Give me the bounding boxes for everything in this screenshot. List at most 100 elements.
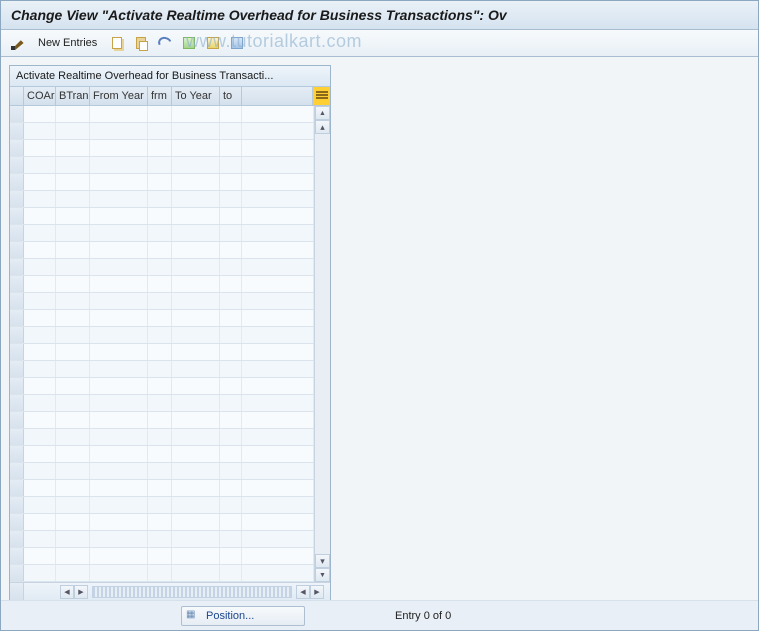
cell-btran[interactable] (56, 191, 90, 207)
table-row[interactable] (10, 446, 314, 463)
cell-fyear[interactable] (90, 140, 148, 156)
cell-frm[interactable] (148, 514, 172, 530)
cell-tyear[interactable] (172, 242, 220, 258)
cell-btran[interactable] (56, 157, 90, 173)
table-row[interactable] (10, 565, 314, 582)
cell-coar[interactable] (24, 157, 56, 173)
row-selector[interactable] (10, 174, 24, 190)
cell-frm[interactable] (148, 106, 172, 122)
cell-coar[interactable] (24, 463, 56, 479)
new-entries-button[interactable]: New Entries (31, 33, 104, 53)
undo-button[interactable] (154, 33, 176, 53)
cell-tyear[interactable] (172, 395, 220, 411)
cell-coar[interactable] (24, 395, 56, 411)
cell-frm[interactable] (148, 378, 172, 394)
cell-tyear[interactable] (172, 361, 220, 377)
copy-button[interactable] (106, 33, 128, 53)
table-row[interactable] (10, 174, 314, 191)
cell-to[interactable] (220, 242, 242, 258)
cell-to[interactable] (220, 174, 242, 190)
cell-fyear[interactable] (90, 531, 148, 547)
cell-btran[interactable] (56, 480, 90, 496)
cell-fyear[interactable] (90, 548, 148, 564)
cell-frm[interactable] (148, 565, 172, 581)
cell-tyear[interactable] (172, 327, 220, 343)
pencil-icon-button[interactable] (7, 33, 29, 53)
scroll-up-button[interactable]: ▲ (315, 106, 330, 120)
row-selector[interactable] (10, 514, 24, 530)
column-header-to[interactable]: to (220, 87, 242, 105)
cell-coar[interactable] (24, 208, 56, 224)
cell-to[interactable] (220, 446, 242, 462)
cell-fyear[interactable] (90, 395, 148, 411)
cell-to[interactable] (220, 395, 242, 411)
row-selector[interactable] (10, 395, 24, 411)
table-row[interactable] (10, 242, 314, 259)
cell-frm[interactable] (148, 412, 172, 428)
cell-fyear[interactable] (90, 344, 148, 360)
copy-as-button[interactable] (130, 33, 152, 53)
row-selector[interactable] (10, 157, 24, 173)
cell-to[interactable] (220, 378, 242, 394)
cell-coar[interactable] (24, 276, 56, 292)
cell-to[interactable] (220, 480, 242, 496)
cell-frm[interactable] (148, 429, 172, 445)
cell-btran[interactable] (56, 378, 90, 394)
row-selector[interactable] (10, 123, 24, 139)
scroll-track[interactable] (315, 134, 330, 554)
cell-btran[interactable] (56, 259, 90, 275)
column-header-frm[interactable]: frm (148, 87, 172, 105)
row-selector[interactable] (10, 225, 24, 241)
table-row[interactable] (10, 259, 314, 276)
cell-to[interactable] (220, 259, 242, 275)
scroll-right-end-button[interactable]: ▶ (310, 585, 324, 599)
cell-frm[interactable] (148, 446, 172, 462)
scroll-right-button[interactable]: ▶ (74, 585, 88, 599)
cell-frm[interactable] (148, 259, 172, 275)
cell-frm[interactable] (148, 123, 172, 139)
cell-fyear[interactable] (90, 106, 148, 122)
cell-to[interactable] (220, 531, 242, 547)
table-row[interactable] (10, 208, 314, 225)
table-row[interactable] (10, 276, 314, 293)
cell-fyear[interactable] (90, 293, 148, 309)
cell-coar[interactable] (24, 548, 56, 564)
table-row[interactable] (10, 514, 314, 531)
cell-fyear[interactable] (90, 157, 148, 173)
cell-to[interactable] (220, 208, 242, 224)
scroll-left-end-button[interactable]: ◀ (296, 585, 310, 599)
cell-to[interactable] (220, 293, 242, 309)
scroll-down-step-button[interactable]: ▾ (315, 554, 330, 568)
cell-coar[interactable] (24, 531, 56, 547)
scroll-down-button[interactable]: ▼ (315, 568, 330, 582)
cell-btran[interactable] (56, 310, 90, 326)
cell-tyear[interactable] (172, 276, 220, 292)
cell-frm[interactable] (148, 191, 172, 207)
cell-coar[interactable] (24, 140, 56, 156)
cell-to[interactable] (220, 327, 242, 343)
table-row[interactable] (10, 395, 314, 412)
row-selector[interactable] (10, 361, 24, 377)
row-selector[interactable] (10, 480, 24, 496)
cell-tyear[interactable] (172, 565, 220, 581)
cell-tyear[interactable] (172, 174, 220, 190)
table-row[interactable] (10, 497, 314, 514)
cell-btran[interactable] (56, 242, 90, 258)
cell-coar[interactable] (24, 361, 56, 377)
cell-fyear[interactable] (90, 378, 148, 394)
cell-to[interactable] (220, 276, 242, 292)
column-header-coar[interactable]: COAr (24, 87, 56, 105)
row-selector[interactable] (10, 344, 24, 360)
table-row[interactable] (10, 344, 314, 361)
cell-frm[interactable] (148, 225, 172, 241)
cell-to[interactable] (220, 123, 242, 139)
cell-coar[interactable] (24, 480, 56, 496)
row-selector[interactable] (10, 208, 24, 224)
position-button[interactable]: ▦ Position... (181, 606, 305, 626)
table-row[interactable] (10, 378, 314, 395)
cell-frm[interactable] (148, 497, 172, 513)
cell-fyear[interactable] (90, 361, 148, 377)
cell-btran[interactable] (56, 395, 90, 411)
table-row[interactable] (10, 429, 314, 446)
cell-frm[interactable] (148, 242, 172, 258)
